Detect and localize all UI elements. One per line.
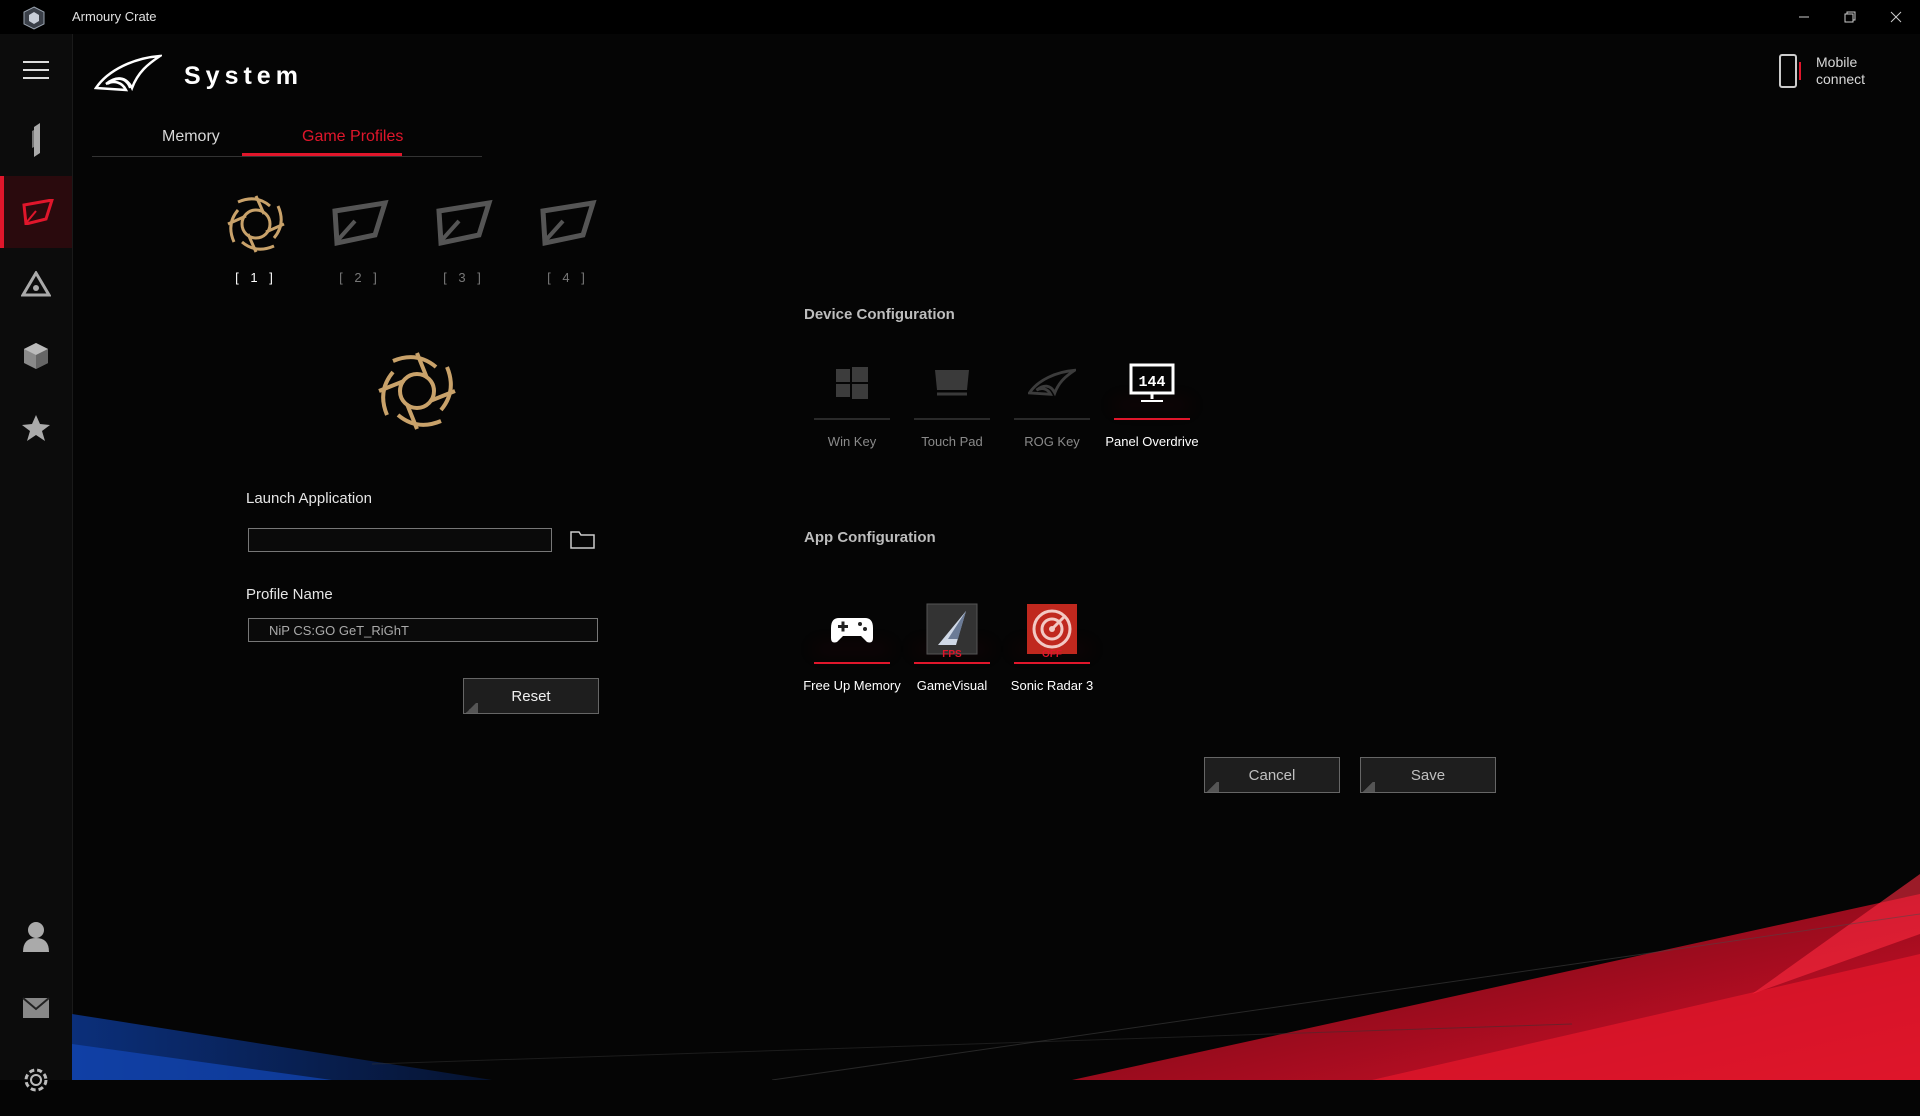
minimize-icon [1799, 16, 1809, 18]
menu-button[interactable] [0, 34, 72, 106]
mobile-phone-icon [1779, 54, 1801, 88]
config-label: Touch Pad [921, 434, 983, 449]
tab-bar: Memory Game Profiles [92, 116, 482, 157]
profile-slot-2[interactable]: [ 2 ] [320, 189, 400, 285]
restore-icon [1844, 11, 1856, 23]
config-indicator [1114, 418, 1190, 420]
sidebar-item-settings[interactable] [0, 1044, 72, 1116]
profile-slot-label: [ 4 ] [547, 270, 589, 285]
config-status: OFF [1042, 649, 1062, 660]
profile-image-icon[interactable] [372, 346, 462, 436]
config-indicator [1014, 662, 1090, 664]
launch-application-input[interactable] [248, 528, 552, 552]
touchpad-icon [935, 370, 969, 396]
config-label: GameVisual [916, 678, 988, 693]
empty-profile-icon [540, 199, 597, 247]
minimize-button[interactable] [1784, 4, 1824, 30]
sidebar-item-device[interactable] [0, 104, 72, 176]
mail-icon [22, 997, 50, 1018]
panel-overdrive-toggle[interactable]: 144 Panel Overdrive [1102, 348, 1202, 449]
page-title: System [184, 62, 303, 90]
gamepad-icon [831, 618, 873, 643]
config-indicator [1014, 418, 1090, 420]
config-label: Sonic Radar 3 [1010, 678, 1094, 693]
restore-button[interactable] [1830, 4, 1870, 30]
sidebar-item-armoury[interactable] [0, 320, 72, 392]
config-indicator [814, 418, 890, 420]
monitor-144-icon: 144 [1129, 363, 1175, 402]
profile-slot-label: [ 1 ] [235, 270, 277, 285]
touch-pad-toggle[interactable]: Touch Pad [902, 348, 1002, 449]
config-label: Free Up Memory [803, 678, 901, 693]
title-bar: Armoury Crate [0, 0, 1920, 34]
rog-key-toggle[interactable]: ROG Key [1002, 348, 1102, 449]
nip-emblem-icon [227, 195, 285, 253]
rog-key-icon [1028, 368, 1076, 397]
config-label: Panel Overdrive [1105, 434, 1199, 449]
close-button[interactable] [1876, 4, 1916, 30]
browse-folder-button[interactable] [570, 528, 596, 555]
sonic-radar-toggle[interactable]: OFF Sonic Radar 3 [1002, 594, 1102, 693]
config-indicator [914, 418, 990, 420]
window-title: Armoury Crate [72, 9, 157, 24]
app-configuration-heading: App Configuration [804, 529, 936, 546]
empty-profile-icon [436, 199, 493, 247]
profile-slot-4[interactable]: [ 4 ] [528, 189, 608, 285]
free-up-memory-toggle[interactable]: Free Up Memory [802, 594, 902, 693]
launch-application-label: Launch Application [246, 490, 372, 507]
mobile-connect-label: Mobile connect [1816, 54, 1866, 87]
main-content: System Mobile connect Memory Game Profil… [72, 34, 1920, 1080]
config-status [802, 648, 902, 662]
profile-slot-label: [ 2 ] [339, 270, 381, 285]
active-tab-indicator [242, 153, 402, 156]
sidebar [0, 34, 73, 1092]
config-label: ROG Key [1024, 434, 1080, 449]
profile-name-input[interactable] [248, 618, 598, 642]
empty-profile-icon [332, 199, 389, 247]
hamburger-menu-icon [23, 61, 49, 79]
device-icon [32, 123, 40, 157]
profile-slot-1[interactable]: [ 1 ] [216, 189, 296, 285]
sidebar-item-featured[interactable] [0, 392, 72, 464]
game-profile-icon [22, 199, 54, 225]
aura-triangle-icon [21, 271, 51, 297]
cube-icon [24, 343, 48, 369]
close-icon [1890, 11, 1902, 23]
profile-slot-3[interactable]: [ 3 ] [424, 189, 504, 285]
profile-name-label: Profile Name [246, 586, 333, 603]
star-icon [22, 415, 50, 441]
folder-icon [570, 531, 595, 549]
sidebar-item-user[interactable] [0, 900, 72, 972]
save-button[interactable]: Save [1360, 757, 1496, 793]
gamevisual-toggle[interactable]: FPS GameVisual [902, 594, 1002, 693]
windows-icon [836, 367, 868, 399]
cancel-button[interactable]: Cancel [1204, 757, 1340, 793]
mobile-connect-button[interactable]: Mobile connect [1778, 54, 1876, 88]
win-key-toggle[interactable]: Win Key [802, 348, 902, 449]
config-indicator [914, 662, 990, 664]
rog-logo-icon [94, 54, 162, 92]
user-icon [23, 922, 49, 952]
profile-slot-label: [ 3 ] [443, 270, 485, 285]
svg-text:144: 144 [1138, 374, 1165, 391]
sidebar-item-news[interactable] [0, 972, 72, 1044]
gear-icon [24, 1068, 48, 1092]
config-indicator [814, 662, 890, 664]
sidebar-item-aura[interactable] [0, 248, 72, 320]
tab-memory[interactable]: Memory [162, 128, 220, 146]
armoury-crate-logo-icon [23, 6, 45, 30]
config-label: Win Key [827, 434, 877, 449]
reset-button[interactable]: Reset [463, 678, 599, 714]
tab-game-profiles[interactable]: Game Profiles [302, 128, 403, 146]
device-configuration-heading: Device Configuration [804, 306, 955, 323]
config-status: FPS [942, 649, 962, 660]
sidebar-item-game-profiles[interactable] [0, 176, 72, 248]
